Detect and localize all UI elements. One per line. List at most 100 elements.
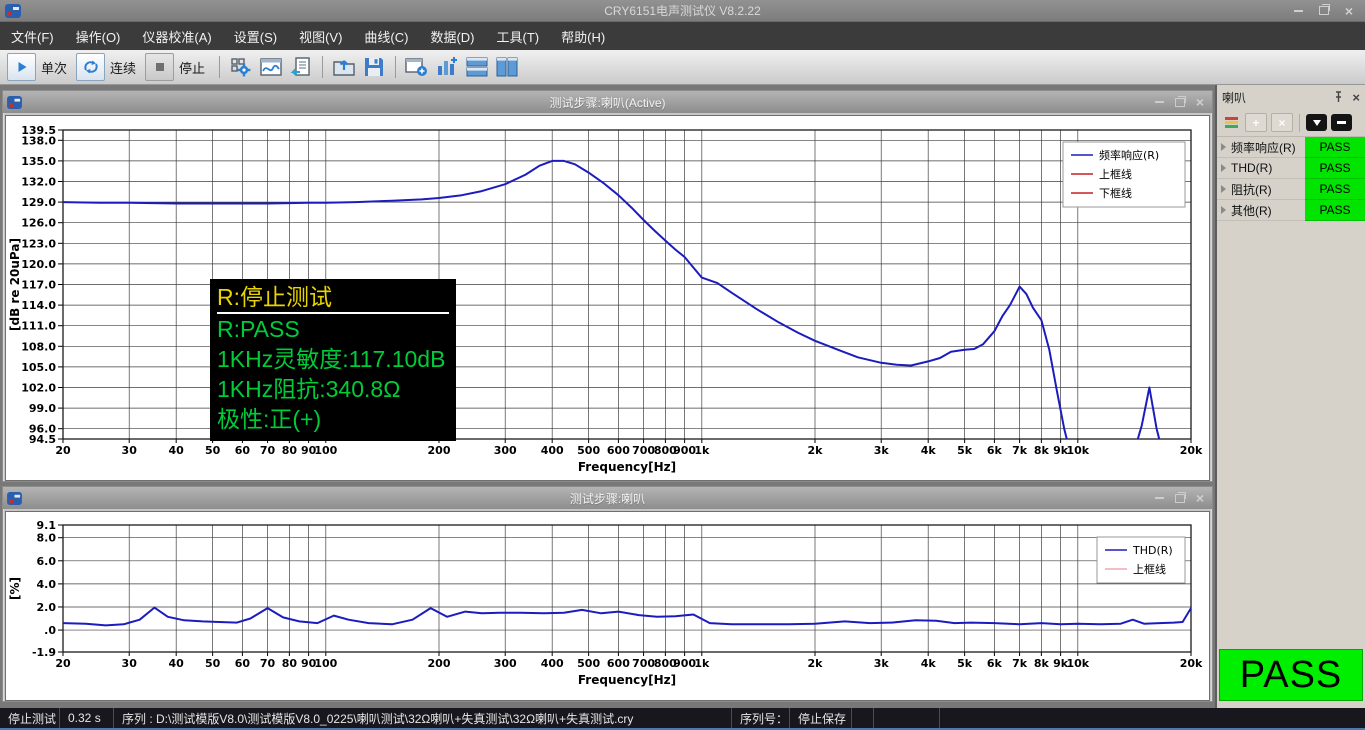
menu-item[interactable]: 设置(S) — [223, 22, 288, 50]
chart-window-titlebar[interactable]: 测试步骤:喇叭 × — [3, 487, 1212, 509]
result-row[interactable]: 频率响应(R) PASS — [1217, 137, 1365, 158]
tile-vertical-button[interactable] — [493, 54, 521, 80]
repeat-icon — [82, 59, 100, 75]
expander-icon[interactable] — [1221, 164, 1226, 172]
menu-bar: 文件(F)操作(O)仪器校准(A)设置(S)视图(V)曲线(C)数据(D)工具(… — [0, 22, 1365, 50]
statusbar-segment — [874, 708, 940, 728]
menu-item[interactable]: 仪器校准(A) — [131, 22, 222, 50]
test-settings-button[interactable] — [227, 54, 255, 80]
legend: 频率响应(R)上框线下框线 — [1063, 142, 1185, 207]
result-status-badge: PASS — [1305, 158, 1365, 179]
svg-text:111.0: 111.0 — [21, 320, 56, 333]
report-export-icon — [290, 56, 312, 78]
menu-item[interactable]: 帮助(H) — [550, 22, 616, 50]
open-file-button[interactable] — [330, 54, 358, 80]
curve-window-button[interactable] — [257, 54, 285, 80]
chart-window-frequency-response: 测试步骤:喇叭(Active) × 2030405060708090100200… — [2, 90, 1213, 482]
svg-text:4.0: 4.0 — [37, 578, 57, 591]
add-chart-button[interactable] — [433, 54, 461, 80]
play-icon — [15, 60, 29, 74]
statusbar-filler — [940, 708, 1365, 728]
plot-border — [63, 525, 1191, 652]
close-icon[interactable]: × — [1196, 493, 1204, 503]
statusbar-segment — [852, 708, 874, 728]
svg-text:9.1: 9.1 — [37, 519, 57, 532]
close-icon[interactable]: × — [1196, 97, 1204, 107]
result-row[interactable]: 其他(R)PASS — [1217, 200, 1365, 221]
menu-item[interactable]: 数据(D) — [419, 22, 485, 50]
legend: THD(R)上框线 — [1097, 537, 1185, 583]
export-report-button[interactable] — [287, 54, 315, 80]
gridlines — [63, 525, 1191, 652]
svg-text:135.0: 135.0 — [21, 155, 56, 168]
result-label[interactable]: 阻抗(R) — [1217, 179, 1305, 200]
pin-icon[interactable] — [1333, 91, 1344, 103]
minimize-icon[interactable] — [1155, 497, 1164, 499]
new-window-button[interactable] — [403, 54, 431, 80]
chart-window-titlebar[interactable]: 测试步骤:喇叭(Active) × — [3, 91, 1212, 113]
result-label[interactable]: 频率响应(R) — [1217, 137, 1305, 158]
svg-text:129.0: 129.0 — [21, 196, 56, 209]
svg-text:900: 900 — [673, 657, 696, 670]
result-label[interactable]: THD(R) — [1217, 158, 1305, 179]
svg-text:8k: 8k — [1034, 657, 1050, 670]
menu-item[interactable]: 曲线(C) — [353, 22, 419, 50]
panel-toolbar-separator — [1299, 114, 1300, 132]
collapse-all-button[interactable] — [1331, 114, 1352, 131]
settings-grid-gear-icon — [230, 56, 252, 78]
remove-result-button[interactable]: × — [1271, 113, 1293, 132]
result-label[interactable]: 其他(R) — [1217, 200, 1305, 221]
tile-horizontal-icon — [465, 56, 489, 78]
restore-icon[interactable] — [1175, 494, 1185, 503]
readout-line: R:停止测试 — [217, 282, 449, 314]
add-result-button[interactable]: + — [1245, 113, 1267, 132]
expander-icon[interactable] — [1221, 185, 1226, 193]
svg-text:-1.9: -1.9 — [32, 646, 56, 659]
menu-item[interactable]: 文件(F) — [0, 22, 65, 50]
open-folder-icon — [332, 56, 356, 78]
svg-text:400: 400 — [541, 657, 564, 670]
svg-text:70: 70 — [260, 444, 276, 457]
minimize-icon[interactable] — [1294, 10, 1303, 12]
expander-icon[interactable] — [1221, 143, 1226, 151]
svg-text:6k: 6k — [987, 657, 1003, 670]
result-label-text: 频率响应(R) — [1231, 139, 1296, 156]
run-continuous-button[interactable] — [76, 53, 105, 81]
toolbar-separator — [395, 56, 396, 78]
svg-text:108.0: 108.0 — [21, 340, 56, 353]
result-status-badge: PASS — [1305, 179, 1365, 200]
axis-labels: 2030405060708090100200300400500600700800… — [32, 519, 1203, 670]
result-layers-icon[interactable] — [1221, 114, 1241, 131]
svg-text:5k: 5k — [957, 657, 973, 670]
expander-icon[interactable] — [1221, 206, 1226, 214]
svg-text:700: 700 — [632, 657, 655, 670]
run-single-button[interactable] — [7, 53, 36, 81]
svg-text:下框线: 下框线 — [1099, 186, 1132, 200]
minimize-icon[interactable] — [1155, 101, 1164, 103]
svg-text:600: 600 — [607, 657, 630, 670]
result-status-badge: PASS — [1305, 137, 1365, 158]
restore-icon[interactable] — [1175, 98, 1185, 107]
svg-text:300: 300 — [494, 657, 517, 670]
result-row[interactable]: THD(R) PASS — [1217, 158, 1365, 179]
menu-item[interactable]: 操作(O) — [65, 22, 132, 50]
tile-horizontal-button[interactable] — [463, 54, 491, 80]
panel-close-icon[interactable]: × — [1352, 90, 1360, 105]
svg-text:20: 20 — [55, 444, 71, 457]
chart-canvas-area: 2030405060708090100200300400500600700800… — [5, 115, 1210, 481]
result-row[interactable]: 阻抗(R)PASS — [1217, 179, 1365, 200]
svg-text:400: 400 — [541, 444, 564, 457]
close-icon[interactable]: × — [1345, 6, 1353, 16]
menu-item[interactable]: 视图(V) — [288, 22, 353, 50]
readout-line: R:PASS — [217, 314, 449, 344]
expand-all-button[interactable] — [1306, 114, 1327, 131]
svg-text:THD(R): THD(R) — [1132, 544, 1173, 557]
restore-icon[interactable] — [1319, 6, 1329, 15]
menu-item[interactable]: 工具(T) — [486, 22, 551, 50]
result-label-text: THD(R) — [1231, 161, 1272, 175]
svg-text:126.0: 126.0 — [21, 217, 56, 230]
stop-button[interactable] — [145, 53, 174, 81]
svg-text:500: 500 — [577, 657, 600, 670]
save-button[interactable] — [360, 54, 388, 80]
svg-text:10k: 10k — [1067, 657, 1090, 670]
